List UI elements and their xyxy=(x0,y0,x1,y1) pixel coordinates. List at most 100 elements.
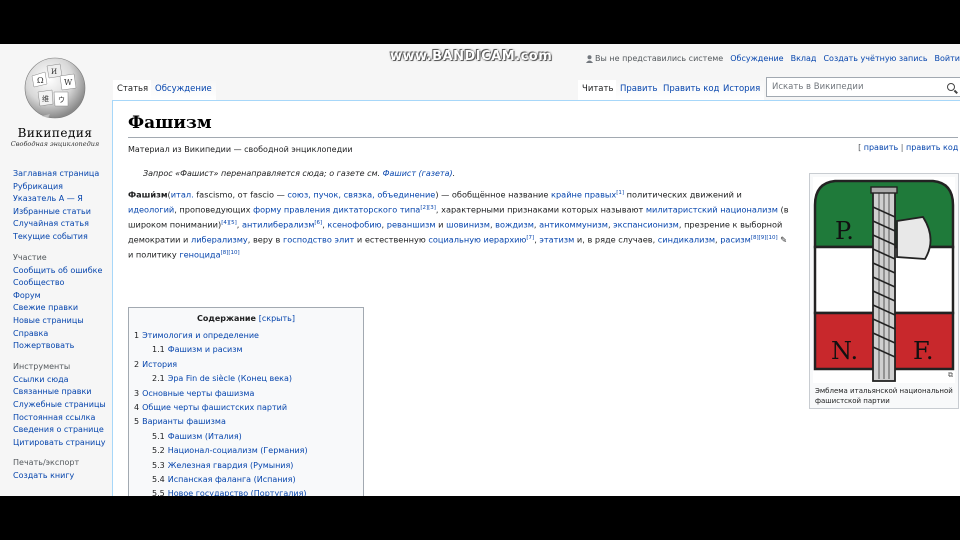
sidebar-item[interactable]: Создать книгу xyxy=(13,470,108,483)
wiki-link[interactable]: экспансионизм xyxy=(613,220,679,230)
tab-edit[interactable]: Править xyxy=(616,80,662,100)
wiki-link[interactable]: милитаристский национализм xyxy=(646,205,778,215)
login-link[interactable]: Войти xyxy=(935,54,960,63)
site-tagline: Материал из Википедии — свободной энцикл… xyxy=(128,145,353,154)
sidebar-item[interactable]: Форум xyxy=(13,290,108,303)
wiki-link[interactable]: итал. xyxy=(171,190,194,200)
search-input[interactable]: Искать в Википедии xyxy=(766,77,960,97)
edit-link[interactable]: править xyxy=(864,143,899,152)
toc-item[interactable]: 5.2 Национал-социализм (Германия) xyxy=(134,444,358,458)
toc-item[interactable]: 4 Общие черты фашистских партий xyxy=(134,401,358,415)
wiki-link[interactable]: антилиберализм xyxy=(242,220,314,230)
wiki-link[interactable]: расизм xyxy=(720,235,751,245)
toc-item[interactable]: 3 Основные черты фашизма xyxy=(134,387,358,401)
create-account-link[interactable]: Создать учётную запись xyxy=(823,54,927,63)
edit-source-link[interactable]: править код xyxy=(906,143,958,152)
toc-item-label[interactable]: Испанская фаланга (Испания) xyxy=(168,475,296,484)
toc-item[interactable]: 2 История xyxy=(134,358,358,372)
sidebar-item[interactable]: Свежие правки xyxy=(13,302,108,315)
toc-item-label[interactable]: Новое государство (Португалия) xyxy=(168,489,307,496)
toc-item-number: 5.4 xyxy=(152,475,165,485)
toc-item[interactable]: 1 Этимология и определение xyxy=(134,329,358,343)
sidebar-item[interactable]: Сообщество xyxy=(13,277,108,290)
sidebar-item[interactable]: Справка xyxy=(13,328,108,341)
wiki-link[interactable]: либерализму xyxy=(191,235,248,245)
sidebar-item[interactable]: Рубрикация xyxy=(13,181,108,194)
discussion-link[interactable]: Обсуждение xyxy=(730,54,783,63)
sidebar-item[interactable]: Цитировать страницу xyxy=(13,437,108,450)
toc-item[interactable]: 2.1 Эра Fin de siècle (Конец века) xyxy=(134,372,358,386)
sidebar-item[interactable]: Сообщить об ошибке xyxy=(13,265,108,278)
sidebar-item[interactable]: Сведения о странице xyxy=(13,424,108,437)
toc-item-label[interactable]: Основные черты фашизма xyxy=(142,389,254,398)
toc-item-label[interactable]: Варианты фашизма xyxy=(142,417,226,426)
toc-item-label[interactable]: Фашизм и расизм xyxy=(168,345,243,354)
reference-link[interactable]: [8][9][10] xyxy=(751,235,778,241)
sidebar-item[interactable]: Избранные статьи xyxy=(13,206,108,219)
logo-title: Википедия xyxy=(17,126,93,140)
search-icon[interactable] xyxy=(947,83,955,91)
sidebar-item[interactable]: Связанные правки xyxy=(13,386,108,399)
toc-item[interactable]: 1.1 Фашизм и расизм xyxy=(134,343,358,357)
wiki-link[interactable]: этатизм xyxy=(539,235,574,245)
toc-item[interactable]: 5.3 Железная гвардия (Румыния) xyxy=(134,459,358,473)
pnf-emblem-image[interactable]: P. N. F. xyxy=(813,177,955,383)
sidebar-item[interactable]: Ссылки сюда xyxy=(13,374,108,387)
wiki-link[interactable]: антикоммунизм xyxy=(539,220,608,230)
svg-text:Ω: Ω xyxy=(37,76,44,85)
toc-item-number: 3 xyxy=(134,388,140,398)
reference-link[interactable]: [8][10] xyxy=(221,250,240,256)
wiki-link[interactable]: социальную иерархию xyxy=(428,235,526,245)
reference-link[interactable]: [4][5] xyxy=(221,220,237,226)
infobox-image: P. N. F. ⧉ Эмблема итальянской националь… xyxy=(809,173,959,409)
enlarge-icon[interactable]: ⧉ xyxy=(948,371,953,380)
wiki-link[interactable]: диктаторского типа xyxy=(333,205,421,215)
toc-item[interactable]: 5.4 Испанская фаланга (Испания) xyxy=(134,473,358,487)
toc-item-label[interactable]: Эра Fin de siècle (Конец века) xyxy=(168,374,292,383)
toc-item[interactable]: 5.5 Новое государство (Португалия) xyxy=(134,487,358,496)
toc-item-label[interactable]: Фашизм (Италия) xyxy=(168,432,242,441)
sidebar-item[interactable]: Текущие события xyxy=(13,231,108,244)
toc-item-number: 2 xyxy=(134,359,140,369)
reference-link[interactable]: [2][3] xyxy=(420,205,436,211)
tab-article[interactable]: Статья xyxy=(113,80,153,100)
toc-item-label[interactable]: Этимология и определение xyxy=(142,331,259,340)
hatnote-link[interactable]: Фашист (газета) xyxy=(383,169,453,178)
sidebar-item[interactable]: Пожертвовать xyxy=(13,340,108,353)
sidebar-item[interactable]: Постоянная ссылка xyxy=(13,412,108,425)
toc-item-label[interactable]: Национал-социализм (Германия) xyxy=(168,446,308,455)
toc-item-number: 5 xyxy=(134,417,140,427)
reference-link[interactable]: [1] xyxy=(616,190,624,196)
tab-edit-source[interactable]: Править код xyxy=(659,80,724,100)
wikipedia-logo[interactable]: Ω И W 维 ウ Википедия Свободная энциклопед… xyxy=(0,54,110,148)
wiki-link[interactable]: вождизм xyxy=(495,220,534,230)
sidebar-item[interactable]: Указатель А — Я xyxy=(13,193,108,206)
wiki-link[interactable]: синдикализм xyxy=(658,235,715,245)
toc-toggle[interactable]: [скрыть] xyxy=(259,314,295,323)
wiki-link[interactable]: крайне правых xyxy=(551,190,616,200)
text-run: , веру в xyxy=(247,234,283,245)
text-run: , характерными признаками которых называ… xyxy=(435,204,646,215)
wiki-link[interactable]: союз, пучок, связка, объединение xyxy=(287,190,435,200)
wiki-link[interactable]: форму правления xyxy=(253,205,330,215)
wiki-link[interactable]: геноцида xyxy=(179,250,220,260)
sidebar-item[interactable]: Новые страницы xyxy=(13,315,108,328)
tab-talk[interactable]: Обсуждение xyxy=(151,80,216,100)
contributions-link[interactable]: Вклад xyxy=(791,54,817,63)
sidebar-item[interactable]: Служебные страницы xyxy=(13,399,108,412)
wiki-link[interactable]: шовинизм xyxy=(446,220,490,230)
sidebar-item[interactable]: Случайная статья xyxy=(13,218,108,231)
toc-item-label[interactable]: Общие черты фашистских партий xyxy=(142,403,287,412)
wiki-link[interactable]: господство элит xyxy=(283,235,354,245)
tab-read[interactable]: Читать xyxy=(578,80,618,100)
toc-item-label[interactable]: Железная гвардия (Румыния) xyxy=(168,461,294,470)
toc-item[interactable]: 5 Варианты фашизма xyxy=(134,415,358,429)
wiki-link[interactable]: идеологий xyxy=(128,205,174,215)
sidebar-item[interactable]: Заглавная страница xyxy=(13,168,108,181)
wiki-link[interactable]: ксенофобию xyxy=(327,220,381,230)
wiki-link[interactable]: реваншизм xyxy=(387,220,436,230)
tab-history[interactable]: История xyxy=(719,80,765,100)
toc-item-label[interactable]: История xyxy=(142,360,177,369)
toc-item[interactable]: 5.1 Фашизм (Италия) xyxy=(134,430,358,444)
bandicam-watermark: www.BANDICAM.com xyxy=(390,49,553,64)
